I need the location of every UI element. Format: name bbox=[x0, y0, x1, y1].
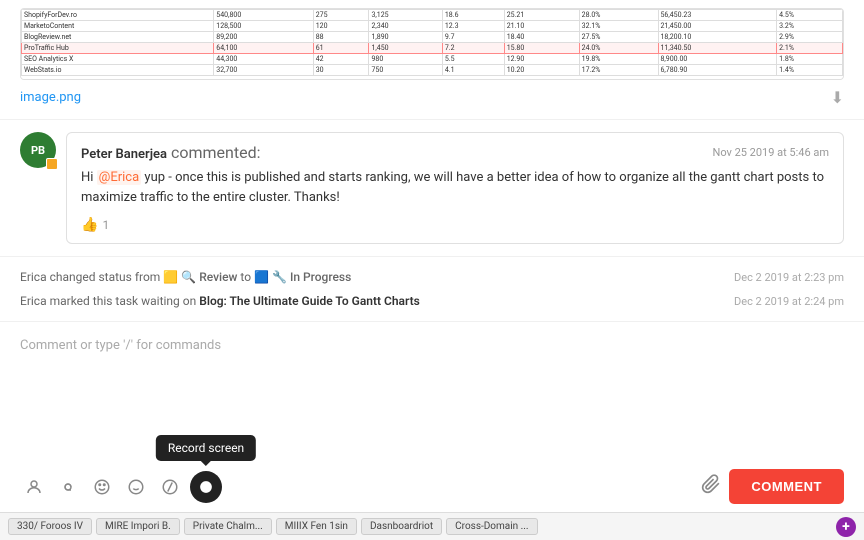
record-screen-btn[interactable] bbox=[190, 471, 222, 503]
toolbar-right: COMMENT bbox=[701, 469, 844, 504]
taskbar-item-1[interactable]: MIRE Impori B. bbox=[96, 518, 180, 535]
avatar-initials: PB bbox=[31, 144, 45, 157]
commenter-name: Peter Banerjea bbox=[81, 147, 167, 162]
activity-time-1: Dec 2 2019 at 2:23 pm bbox=[734, 271, 844, 284]
avatar-badge bbox=[46, 158, 58, 170]
activity-2-before: Erica marked this task waiting on bbox=[20, 294, 199, 308]
activity-1-to: to bbox=[240, 270, 254, 284]
comment-toolbar: Record screen COMMENT bbox=[20, 461, 844, 504]
taskbar: 330/ Foroos IV MIRE Impori B. Private Ch… bbox=[0, 512, 864, 540]
comment-body-before: Hi bbox=[81, 170, 97, 185]
image-filename-link[interactable]: image.png bbox=[20, 90, 81, 105]
slash-icon-btn[interactable] bbox=[156, 473, 184, 501]
record-btn-wrapper: Record screen bbox=[190, 471, 222, 503]
activity-item-1: Erica changed status from 🟨 🔍 Review to … bbox=[20, 265, 844, 289]
comment-section: PB Peter Banerjea commented: Nov 25 2019… bbox=[0, 120, 864, 257]
taskbar-item-5[interactable]: Cross-Domain ... bbox=[446, 518, 537, 535]
avatar: PB bbox=[20, 132, 56, 168]
attachment-btn[interactable] bbox=[701, 474, 721, 499]
taskbar-item-3[interactable]: MIIIX Fen 1sin bbox=[276, 518, 357, 535]
commented-label: commented: bbox=[171, 143, 261, 162]
activity-text-2: Erica marked this task waiting on Blog: … bbox=[20, 294, 718, 308]
emoji-positive-icon-btn[interactable] bbox=[88, 473, 116, 501]
comment-body-after: yup - once this is published and starts … bbox=[81, 170, 824, 205]
taskbar-item-2[interactable]: Private Chalm... bbox=[184, 518, 272, 535]
activity-section: Erica changed status from 🟨 🔍 Review to … bbox=[0, 257, 864, 322]
comment-timestamp: Nov 25 2019 at 5:46 am bbox=[712, 146, 829, 159]
taskbar-item-4[interactable]: Dasnboardriot bbox=[361, 518, 442, 535]
emoji-smile-icon-btn[interactable] bbox=[122, 473, 150, 501]
activity-text-1: Erica changed status from 🟨 🔍 Review to … bbox=[20, 270, 718, 284]
image-section: ShopifyForDev.ro540,8002753,12518.625.21… bbox=[0, 0, 864, 120]
comment-author-line: Peter Banerjea commented: bbox=[81, 143, 260, 162]
like-section: 👍 1 bbox=[81, 213, 829, 233]
taskbar-item-0[interactable]: 330/ Foroos IV bbox=[8, 518, 92, 535]
like-icon[interactable]: 👍 bbox=[81, 217, 98, 233]
activity-1-before: Erica changed status from bbox=[20, 270, 163, 284]
main-container: ShopifyForDev.ro540,8002753,12518.625.21… bbox=[0, 0, 864, 540]
image-filename-row: image.png ⬇ bbox=[20, 88, 844, 107]
activity-time-2: Dec 2 2019 at 2:24 pm bbox=[734, 295, 844, 308]
like-count: 1 bbox=[102, 218, 109, 232]
activity-item-2: Erica marked this task waiting on Blog: … bbox=[20, 289, 844, 313]
toolbar-icons: Record screen bbox=[20, 471, 222, 503]
download-icon[interactable]: ⬇ bbox=[831, 88, 844, 107]
record-tooltip: Record screen bbox=[156, 435, 256, 461]
from-status: 🟨 🔍 Review bbox=[163, 270, 237, 284]
comment-input[interactable]: Comment or type '/' for commands bbox=[20, 332, 844, 461]
at-icon-btn[interactable] bbox=[54, 473, 82, 501]
comment-submit-btn[interactable]: COMMENT bbox=[729, 469, 844, 504]
comment-content: Peter Banerjea commented: Nov 25 2019 at… bbox=[66, 132, 844, 244]
comment-header: Peter Banerjea commented: Nov 25 2019 at… bbox=[81, 143, 829, 162]
comment-input-area: Comment or type '/' for commands bbox=[0, 322, 864, 512]
image-preview: ShopifyForDev.ro540,8002753,12518.625.21… bbox=[20, 8, 844, 80]
comment-body: Hi @Erica yup - once this is published a… bbox=[81, 168, 829, 207]
mention: @Erica bbox=[97, 170, 142, 185]
taskbar-plus-btn[interactable]: + bbox=[836, 517, 856, 537]
to-status: 🟦 🔧 In Progress bbox=[254, 270, 351, 284]
spreadsheet-mock: ShopifyForDev.ro540,8002753,12518.625.21… bbox=[21, 9, 843, 79]
task-link[interactable]: Blog: The Ultimate Guide To Gantt Charts bbox=[199, 294, 420, 308]
person-icon-btn[interactable] bbox=[20, 473, 48, 501]
